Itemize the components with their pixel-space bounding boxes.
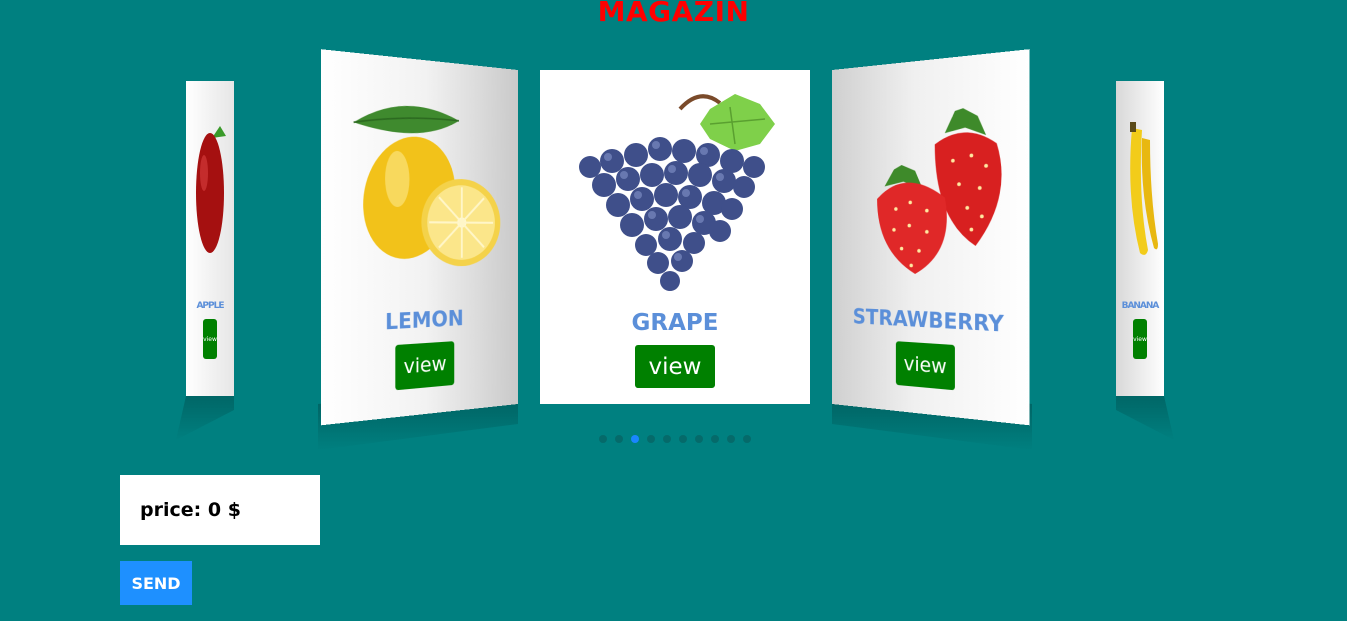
product-name: LEMON <box>385 305 464 335</box>
grape-image <box>540 78 810 310</box>
carousel-dot[interactable] <box>743 435 751 443</box>
send-button[interactable]: SEND <box>120 561 192 605</box>
view-button[interactable]: view <box>635 345 715 388</box>
carousel-dot[interactable] <box>727 435 735 443</box>
carousel-dot[interactable] <box>663 435 671 443</box>
product-name: GRAPE <box>631 310 719 336</box>
product-card-lemon[interactable]: LEMON view <box>320 49 518 426</box>
price-display: price: 0 $ <box>120 475 320 545</box>
product-card-strawberry[interactable]: STRAWBERRY view <box>832 49 1030 426</box>
carousel-dot[interactable] <box>711 435 719 443</box>
price-value: 0 <box>207 499 222 521</box>
product-carousel: APPLE view LEMON view GRAPE view STRAWBE… <box>0 0 1347 470</box>
price-currency: $ <box>227 499 241 521</box>
view-button[interactable]: view <box>395 341 455 391</box>
view-button[interactable]: view <box>1133 319 1147 359</box>
carousel-dot[interactable] <box>679 435 687 443</box>
view-button[interactable]: view <box>203 319 217 359</box>
banana-image <box>1116 93 1164 293</box>
carousel-dot[interactable] <box>647 435 655 443</box>
product-name: BANANA <box>1121 301 1160 311</box>
product-name: APPLE <box>196 301 224 311</box>
carousel-dot[interactable] <box>615 435 623 443</box>
carousel-dot[interactable] <box>599 435 607 443</box>
product-card-banana[interactable]: BANANA view <box>1116 81 1164 396</box>
view-button[interactable]: view <box>895 341 955 391</box>
carousel-dot[interactable] <box>631 435 639 443</box>
product-name: STRAWBERRY <box>852 303 1004 338</box>
apple-image <box>186 93 234 293</box>
carousel-dot[interactable] <box>695 435 703 443</box>
lemon-image <box>321 63 518 305</box>
carousel-pagination <box>599 435 751 443</box>
page: MAGAZIN APPLE view LEMON view GRAPE view… <box>0 0 1347 621</box>
price-label: price: <box>140 499 202 521</box>
product-card-grape[interactable]: GRAPE view <box>540 70 810 404</box>
product-card-apple[interactable]: APPLE view <box>186 81 234 396</box>
strawberry-image <box>832 63 1029 305</box>
